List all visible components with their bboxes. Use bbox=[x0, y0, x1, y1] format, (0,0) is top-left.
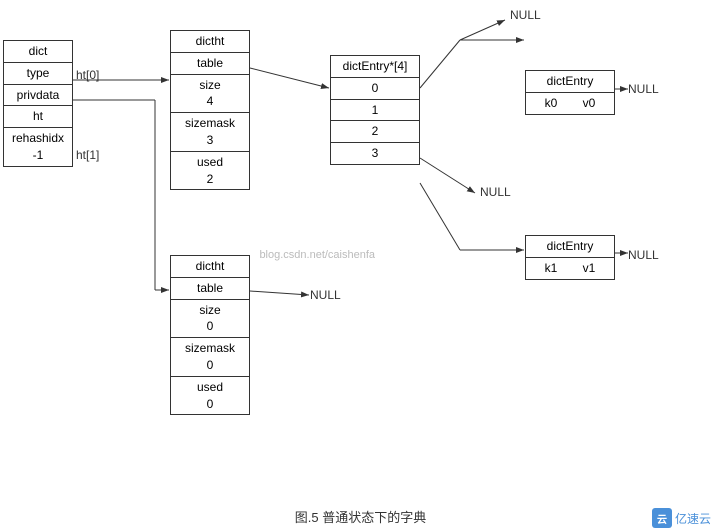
dict-entry1-kv: k0 v0 bbox=[526, 93, 614, 114]
dict-entry2-k: k1 bbox=[545, 260, 558, 277]
dict-entry-array-3: 3 bbox=[331, 143, 419, 164]
dict-entry1-box: dictEntry k0 v0 bbox=[525, 70, 615, 115]
logo-icon: 云 bbox=[652, 508, 672, 528]
dict-cell-privdata: privdata bbox=[4, 85, 72, 107]
dictht2-size: size0 bbox=[171, 300, 249, 339]
dict-entry-array-header: dictEntry*[4] bbox=[331, 56, 419, 78]
dictht2-box: dictht table size0 sizemask0 used0 bbox=[170, 255, 250, 415]
dictht2-header: dictht bbox=[171, 256, 249, 278]
dict-entry2-kv: k1 v1 bbox=[526, 258, 614, 279]
dict-cell-type: type bbox=[4, 63, 72, 85]
ht0-label: ht[0] bbox=[76, 68, 99, 82]
figure-label: 图.5 普通状态下的字典 bbox=[295, 507, 426, 526]
dictht2-table: table bbox=[171, 278, 249, 300]
dict-entry-array-2: 2 bbox=[331, 121, 419, 143]
dict-box: dict type privdata ht rehashidx-1 bbox=[3, 40, 73, 167]
null-table2: NULL bbox=[310, 288, 341, 302]
ht1-label: ht[1] bbox=[76, 148, 99, 162]
null-entry1: NULL bbox=[628, 82, 659, 96]
dict-entry-array-box: dictEntry*[4] 0 1 2 3 bbox=[330, 55, 420, 165]
logo: 云 亿速云 bbox=[652, 508, 711, 528]
footer: 图.5 普通状态下的字典 bbox=[0, 507, 721, 526]
null-top: NULL bbox=[510, 8, 541, 22]
null-middle: NULL bbox=[480, 185, 511, 199]
dictht1-box: dictht table size4 sizemask3 used2 bbox=[170, 30, 250, 190]
dictht1-table: table bbox=[171, 53, 249, 75]
dict-entry2-v: v1 bbox=[583, 260, 596, 277]
dict-entry-array-0: 0 bbox=[331, 78, 419, 100]
dict-entry2-header: dictEntry bbox=[526, 236, 614, 258]
dictht2-sizemask: sizemask0 bbox=[171, 338, 249, 377]
null-entry2: NULL bbox=[628, 248, 659, 262]
logo-text: 亿速云 bbox=[675, 510, 711, 527]
dict-entry1-k: k0 bbox=[545, 95, 558, 112]
watermark: blog.csdn.net/caishenfa bbox=[259, 249, 375, 261]
dict-entry2-box: dictEntry k1 v1 bbox=[525, 235, 615, 280]
dict-entry-array-1: 1 bbox=[331, 100, 419, 122]
dictht1-used: used2 bbox=[171, 152, 249, 190]
dictht1-header: dictht bbox=[171, 31, 249, 53]
dict-entry1-v: v0 bbox=[583, 95, 596, 112]
dict-cell-dict: dict bbox=[4, 41, 72, 63]
dict-entry1-header: dictEntry bbox=[526, 71, 614, 93]
dict-cell-ht: ht bbox=[4, 106, 72, 128]
dict-cell-rehashidx: rehashidx-1 bbox=[4, 128, 72, 166]
dictht1-sizemask: sizemask3 bbox=[171, 113, 249, 152]
diagram: dict type privdata ht rehashidx-1 ht[0] … bbox=[0, 0, 721, 490]
dictht1-size: size4 bbox=[171, 75, 249, 114]
dictht2-used: used0 bbox=[171, 377, 249, 415]
